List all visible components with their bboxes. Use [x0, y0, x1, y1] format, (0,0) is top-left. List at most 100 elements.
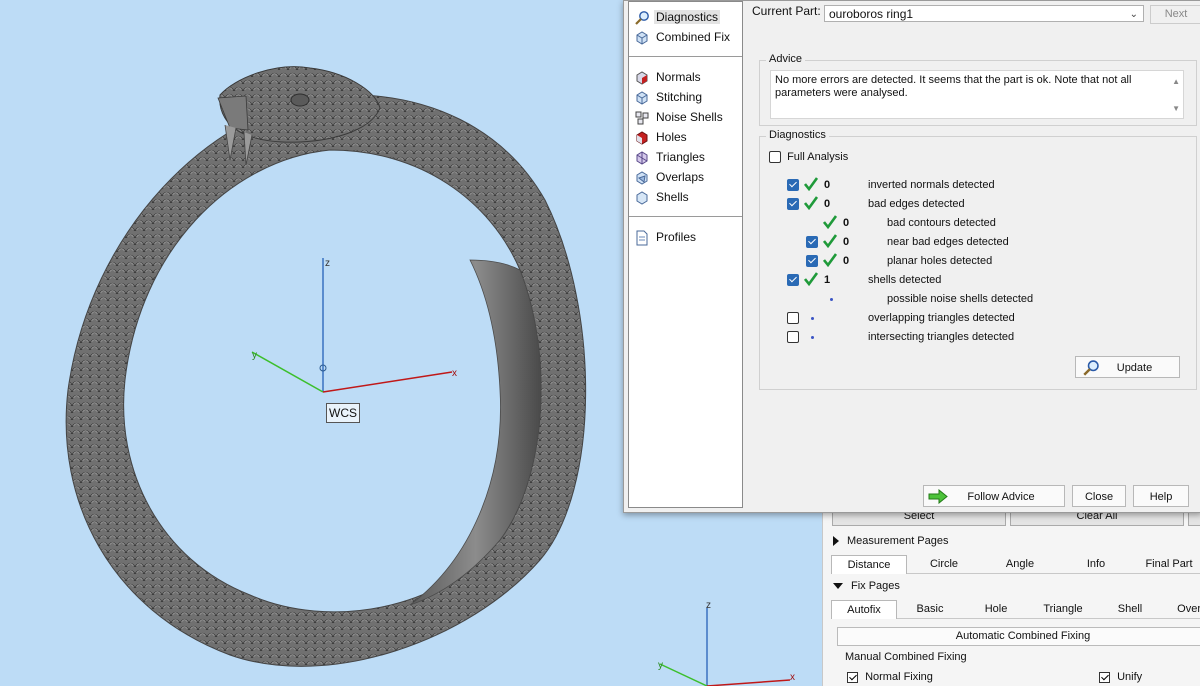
corner-axis-y-label: y	[658, 660, 663, 671]
diagnostic-row: 0 inverted normals detected	[760, 177, 1190, 193]
tab-shell[interactable]: Shell	[1103, 600, 1157, 618]
diagnostic-count: 0	[824, 198, 831, 210]
unify-checkbox[interactable]	[1099, 671, 1110, 683]
diagnostic-text: planar holes detected	[887, 255, 993, 267]
measurement-tabs: Distance Circle Angle Info Final Part	[831, 555, 1200, 574]
unify-option[interactable]: Unify	[1099, 671, 1142, 683]
current-part-select[interactable]: ouroboros ring1 ⌄	[824, 5, 1144, 22]
diagnostic-row: 1 shells detected	[760, 272, 1190, 288]
follow-advice-button[interactable]: Follow Advice	[923, 485, 1065, 507]
diagnostic-row: possible noise shells detected	[760, 291, 1190, 307]
diagnostic-text: possible noise shells detected	[887, 293, 1034, 305]
diagnostic-count: 1	[824, 274, 831, 286]
diagnostic-row: 0 planar holes detected	[760, 253, 1190, 269]
stitching-cube-icon	[636, 91, 648, 105]
nav-item-diagnostics[interactable]: Diagnostics	[634, 8, 721, 26]
tab-distance[interactable]: Distance	[831, 555, 907, 574]
diagnostic-checkbox[interactable]	[806, 236, 818, 248]
nav-item-profiles[interactable]: Profiles	[634, 228, 698, 246]
collapse-arrow-icon	[833, 536, 839, 547]
nav-item-stitching[interactable]: Stitching	[634, 88, 704, 106]
automatic-combined-fixing-button[interactable]: Automatic Combined Fixing	[837, 627, 1200, 646]
scroll-up-icon[interactable]: ▲	[1172, 75, 1180, 88]
measurement-pages-header[interactable]: Measurement Pages	[833, 535, 949, 547]
diagnostic-text: shells detected	[868, 274, 942, 286]
diagnostics-title: Diagnostics	[766, 129, 829, 141]
diagnostic-text: intersecting triangles detected	[868, 331, 1015, 343]
diagnostics-dialog: Diagnostics Combined Fix Normals Stitchi…	[623, 0, 1200, 513]
tab-final-part[interactable]: Final Part	[1137, 555, 1200, 573]
fix-pages-header[interactable]: Fix Pages	[833, 580, 900, 592]
close-button[interactable]: Close	[1072, 485, 1126, 507]
tab-triangle[interactable]: Triangle	[1033, 600, 1093, 618]
advice-title: Advice	[766, 53, 806, 65]
normals-cube-icon	[636, 71, 648, 85]
wcs-axes	[251, 258, 453, 393]
check-mark-icon	[823, 215, 837, 229]
diagnostic-row: 0 near bad edges detected	[760, 234, 1190, 250]
diagnostic-checkbox[interactable]	[787, 198, 799, 210]
axis-x-label: x	[452, 368, 457, 379]
diagnostic-row: intersecting triangles detected	[760, 329, 1190, 345]
nav-item-triangles[interactable]: Triangles	[634, 148, 707, 166]
diagnostic-checkbox[interactable]	[787, 312, 799, 324]
current-part-label: Current Part:	[752, 4, 821, 18]
corner-axes	[659, 608, 791, 686]
diagnostic-count: 0	[824, 179, 831, 191]
tab-autofix[interactable]: Autofix	[831, 600, 897, 619]
help-button[interactable]: Help	[1133, 485, 1189, 507]
diagnostic-checkbox[interactable]	[806, 255, 818, 267]
tab-angle[interactable]: Angle	[987, 555, 1053, 573]
magnifier-icon	[1083, 360, 1099, 376]
side-panel: Select Clear All Measurement Pages Dista…	[822, 508, 1200, 686]
next-button[interactable]: Next	[1150, 5, 1200, 24]
diagnostic-text: bad contours detected	[887, 217, 996, 229]
full-analysis-checkbox[interactable]	[769, 151, 781, 164]
nav-item-shells[interactable]: Shells	[634, 188, 691, 206]
check-mark-icon	[823, 253, 837, 267]
check-mark-icon	[804, 177, 818, 191]
nav-item-normals[interactable]: Normals	[634, 68, 703, 86]
overlaps-icon	[636, 171, 648, 185]
diagnostic-checkbox[interactable]	[787, 179, 799, 191]
check-mark-icon	[823, 234, 837, 248]
tab-overlaps[interactable]: Over	[1163, 600, 1200, 618]
cube-icon	[636, 31, 648, 45]
diagnostic-row: 0 bad edges detected	[760, 196, 1190, 212]
check-mark-icon	[804, 272, 818, 286]
diagnostic-checkbox[interactable]	[787, 331, 799, 343]
check-mark-icon	[804, 196, 818, 210]
manual-combined-fixing-label: Manual Combined Fixing	[845, 651, 967, 663]
diagnostic-text: inverted normals detected	[868, 179, 995, 191]
nav-item-holes[interactable]: Holes	[634, 128, 689, 146]
status-dot-icon	[830, 298, 833, 301]
fix-tabs: Autofix Basic Hole Triangle Shell Over	[831, 600, 1200, 619]
full-analysis-option[interactable]: Full Analysis	[769, 149, 848, 165]
nav-item-overlaps[interactable]: Overlaps	[634, 168, 706, 186]
shells-icon	[636, 191, 648, 205]
nav-divider	[629, 216, 742, 217]
normal-fixing-checkbox[interactable]	[847, 671, 858, 683]
diagnostic-row: overlapping triangles detected	[760, 310, 1190, 326]
normal-fixing-option[interactable]: Normal Fixing	[847, 671, 933, 683]
nav-item-combined-fix[interactable]: Combined Fix	[634, 28, 732, 46]
corner-axis-z-label: z	[706, 600, 711, 611]
triangles-icon	[636, 151, 648, 165]
noise-shells-icon	[635, 111, 649, 125]
holes-cube-icon	[636, 131, 648, 145]
arrow-right-icon	[928, 489, 948, 504]
tab-circle[interactable]: Circle	[911, 555, 977, 573]
tab-info[interactable]: Info	[1063, 555, 1129, 573]
tab-basic[interactable]: Basic	[903, 600, 957, 618]
update-button[interactable]: Update	[1075, 356, 1180, 378]
magnifier-icon	[635, 10, 649, 25]
diagnostic-count: 0	[843, 236, 850, 248]
diagnostics-group: Diagnostics Full Analysis 0 inverted norm…	[759, 129, 1197, 390]
scroll-down-icon[interactable]: ▼	[1172, 102, 1180, 115]
nav-item-noise-shells[interactable]: Noise Shells	[634, 108, 725, 126]
diagnostic-checkbox[interactable]	[787, 274, 799, 286]
status-dot-icon	[811, 336, 814, 339]
tab-hole[interactable]: Hole	[969, 600, 1023, 618]
expand-arrow-icon	[833, 583, 843, 590]
document-icon	[636, 230, 648, 246]
